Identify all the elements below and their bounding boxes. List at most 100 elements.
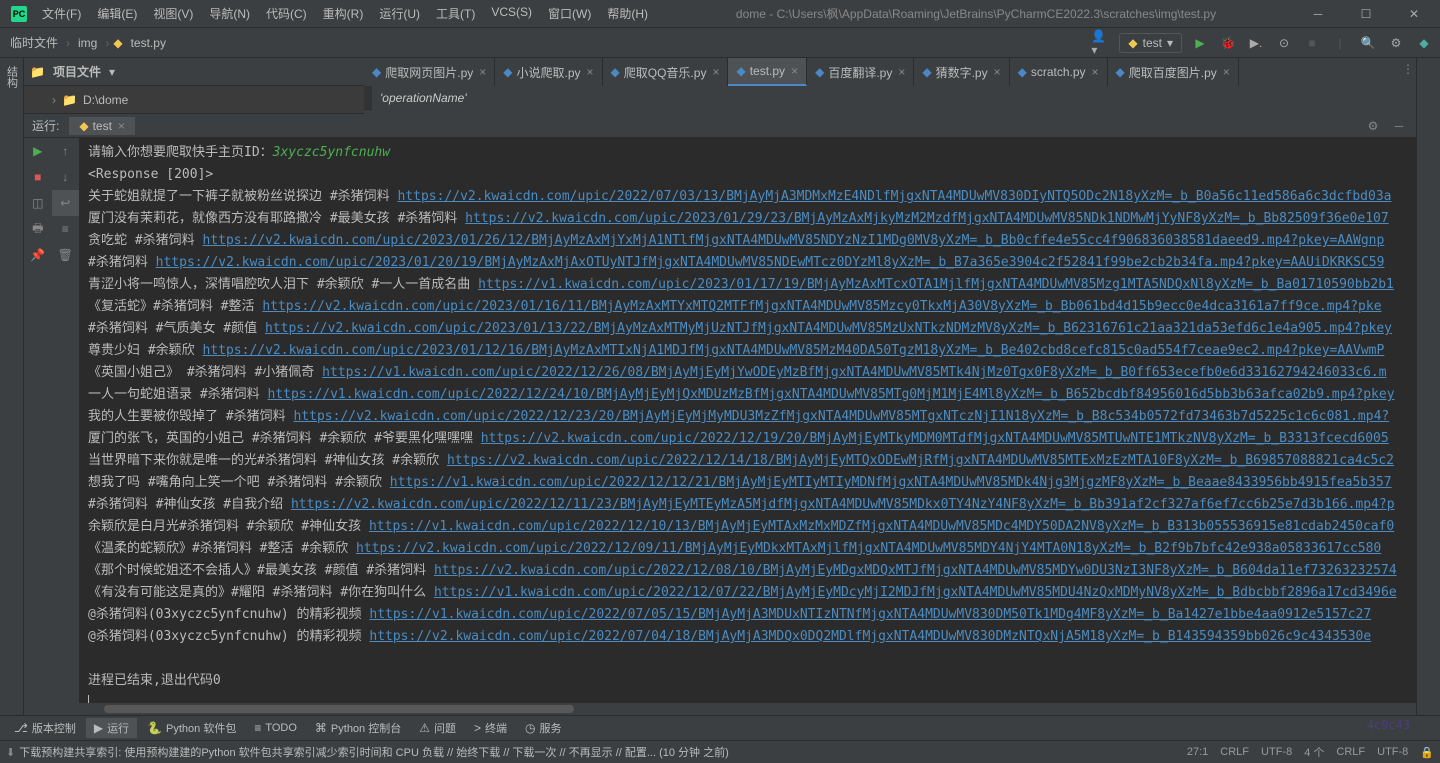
- tool-问题[interactable]: ⚠问题: [411, 718, 464, 738]
- close-icon[interactable]: ×: [1092, 65, 1099, 79]
- close-icon[interactable]: ×: [712, 65, 719, 79]
- url-link[interactable]: https://v1.kwaicdn.com/upic/2022/12/26/0…: [322, 365, 1386, 380]
- url-link[interactable]: https://v2.kwaicdn.com/upic/2022/07/04/1…: [369, 629, 1371, 644]
- pin-icon[interactable]: 📌: [24, 242, 52, 268]
- settings-icon[interactable]: ⚙: [1386, 33, 1406, 53]
- run-configuration-selector[interactable]: ◆ test ▾: [1119, 33, 1182, 53]
- close-icon[interactable]: ×: [898, 65, 905, 79]
- tool-运行[interactable]: ▶运行: [86, 718, 137, 738]
- menu-导航N[interactable]: 导航(N): [201, 1, 258, 26]
- tool-版本控制[interactable]: ⎇版本控制: [6, 718, 84, 738]
- url-link[interactable]: https://v1.kwaicdn.com/upic/2022/12/10/1…: [369, 519, 1394, 534]
- status-message[interactable]: 下载预构建共享索引: 使用预构建建的Python 软件包共享索引减少索引时间和 …: [19, 744, 729, 760]
- menu-工具T[interactable]: 工具(T): [428, 1, 483, 26]
- url-link[interactable]: https://v2.kwaicdn.com/upic/2022/12/11/2…: [291, 497, 1395, 512]
- download-icon[interactable]: ⬇: [6, 746, 15, 759]
- hide-icon[interactable]: ─: [1390, 117, 1408, 135]
- chevron-right-icon[interactable]: ›: [52, 93, 56, 107]
- tool-Python 控制台[interactable]: ⌘Python 控制台: [307, 718, 409, 738]
- scroll-down-icon[interactable]: ↓: [52, 164, 80, 190]
- console-output[interactable]: 请输入你想要爬取快手主页ID：3xyczc5ynfcnuhw <Response…: [80, 138, 1416, 703]
- search-icon[interactable]: 🔍: [1358, 33, 1378, 53]
- menu-窗口W[interactable]: 窗口(W): [540, 1, 599, 26]
- gear-icon[interactable]: ⚙: [1364, 117, 1382, 135]
- url-link[interactable]: https://v2.kwaicdn.com/upic/2023/01/29/2…: [465, 211, 1389, 226]
- dropdown-icon[interactable]: ▾: [109, 65, 115, 79]
- url-link[interactable]: https://v2.kwaicdn.com/upic/2022/12/23/2…: [293, 409, 1389, 424]
- trash-icon[interactable]: 🗑: [52, 242, 80, 268]
- run-button[interactable]: ▶: [1190, 33, 1210, 53]
- file-tab[interactable]: ◆爬取网页图片.py×: [364, 58, 495, 86]
- coverage-button[interactable]: ▶.: [1246, 33, 1266, 53]
- crumb-scratches[interactable]: 临时文件: [6, 32, 62, 53]
- tool-终端[interactable]: >终端: [466, 718, 515, 738]
- stop-button[interactable]: ■: [24, 164, 52, 190]
- menu-VCSS[interactable]: VCS(S): [483, 1, 540, 26]
- line-separator[interactable]: CRLF: [1220, 746, 1249, 758]
- url-link[interactable]: https://v1.kwaicdn.com/upic/2023/01/17/1…: [478, 277, 1394, 292]
- url-link[interactable]: https://v2.kwaicdn.com/upic/2022/12/19/2…: [481, 431, 1389, 446]
- lock-icon[interactable]: 🔒: [1420, 746, 1434, 759]
- scroll-up-icon[interactable]: ↑: [52, 138, 80, 164]
- rerun-button[interactable]: ▶: [24, 138, 52, 164]
- horizontal-scrollbar[interactable]: [24, 703, 1416, 715]
- url-link[interactable]: https://v2.kwaicdn.com/upic/2023/01/16/1…: [262, 299, 1381, 314]
- file-tab[interactable]: ◆猜数字.py×: [914, 58, 1009, 86]
- debug-button[interactable]: 🐞: [1218, 33, 1238, 53]
- url-link[interactable]: https://v2.kwaicdn.com/upic/2022/07/03/1…: [397, 189, 1391, 204]
- soft-wrap-icon[interactable]: ↩: [52, 190, 80, 216]
- close-button[interactable]: ✕: [1392, 2, 1436, 26]
- menu-视图V[interactable]: 视图(V): [145, 1, 201, 26]
- close-icon[interactable]: ×: [791, 64, 798, 78]
- right-rail-label[interactable]: [1417, 58, 1421, 70]
- plugin-icon[interactable]: ◆: [1414, 33, 1434, 53]
- user-icon[interactable]: 👤▾: [1091, 33, 1111, 53]
- print-icon[interactable]: 🖶: [24, 216, 52, 242]
- cursor-position[interactable]: 27:1: [1187, 746, 1208, 758]
- url-link[interactable]: https://v2.kwaicdn.com/upic/2023/01/26/1…: [202, 233, 1384, 248]
- menu-代码C[interactable]: 代码(C): [258, 1, 315, 26]
- close-icon[interactable]: ×: [994, 65, 1001, 79]
- url-link[interactable]: https://v1.kwaicdn.com/upic/2022/12/07/2…: [434, 585, 1397, 600]
- file-tab[interactable]: ◆爬取百度图片.py×: [1108, 58, 1239, 86]
- menu-帮助H[interactable]: 帮助(H): [599, 1, 656, 26]
- file-tab[interactable]: ◆百度翻译.py×: [807, 58, 914, 86]
- url-link[interactable]: https://v2.kwaicdn.com/upic/2022/12/14/1…: [447, 453, 1394, 468]
- file-tab[interactable]: ◆小说爬取.py×: [495, 58, 602, 86]
- menu-编辑E[interactable]: 编辑(E): [89, 1, 145, 26]
- layout-icon[interactable]: ◫: [24, 190, 52, 216]
- maximize-button[interactable]: ☐: [1344, 2, 1388, 26]
- project-tree[interactable]: › 📁 D:\dome: [24, 86, 364, 114]
- stop-button[interactable]: ■: [1302, 33, 1322, 53]
- encoding[interactable]: UTF-8: [1261, 746, 1292, 758]
- url-link[interactable]: https://v2.kwaicdn.com/upic/2023/01/13/2…: [265, 321, 1392, 336]
- line-separator-2[interactable]: CRLF: [1336, 746, 1365, 758]
- structure-tool-button[interactable]: 结构: [2, 60, 22, 94]
- tool-服务[interactable]: ◷服务: [517, 718, 569, 738]
- url-link[interactable]: https://v2.kwaicdn.com/upic/2023/01/20/1…: [156, 255, 1385, 270]
- close-icon[interactable]: ×: [118, 119, 125, 133]
- close-icon[interactable]: ×: [479, 65, 486, 79]
- url-link[interactable]: https://v1.kwaicdn.com/upic/2022/12/24/1…: [267, 387, 1394, 402]
- file-tab[interactable]: ◆爬取QQ音乐.py×: [603, 58, 729, 86]
- url-link[interactable]: https://v2.kwaicdn.com/upic/2023/01/12/1…: [202, 343, 1384, 358]
- tool-Python 软件包[interactable]: 🐍Python 软件包: [139, 718, 244, 738]
- close-icon[interactable]: ×: [1223, 65, 1230, 79]
- crumb-img[interactable]: img: [74, 34, 101, 52]
- url-link[interactable]: https://v2.kwaicdn.com/upic/2022/12/08/1…: [434, 563, 1397, 578]
- scrollbar-thumb[interactable]: [104, 705, 574, 713]
- url-link[interactable]: https://v1.kwaicdn.com/upic/2022/07/05/1…: [369, 607, 1371, 622]
- project-title[interactable]: 项目文件: [53, 63, 101, 80]
- encoding-2[interactable]: UTF-8: [1377, 746, 1408, 758]
- menu-重构R[interactable]: 重构(R): [315, 1, 372, 26]
- filter-icon[interactable]: ≡: [52, 216, 80, 242]
- indent[interactable]: 4 个: [1304, 744, 1324, 760]
- tabs-more-icon[interactable]: ⋮: [1402, 62, 1414, 76]
- file-tab[interactable]: ◆scratch.py×: [1010, 58, 1108, 86]
- menu-文件F[interactable]: 文件(F): [34, 1, 89, 26]
- run-tab-test[interactable]: ◆ test ×: [69, 117, 135, 135]
- menu-运行U[interactable]: 运行(U): [371, 1, 428, 26]
- tool-TODO[interactable]: ≡TODO: [246, 719, 305, 737]
- minimize-button[interactable]: ─: [1296, 2, 1340, 26]
- profile-button[interactable]: ⊙: [1274, 33, 1294, 53]
